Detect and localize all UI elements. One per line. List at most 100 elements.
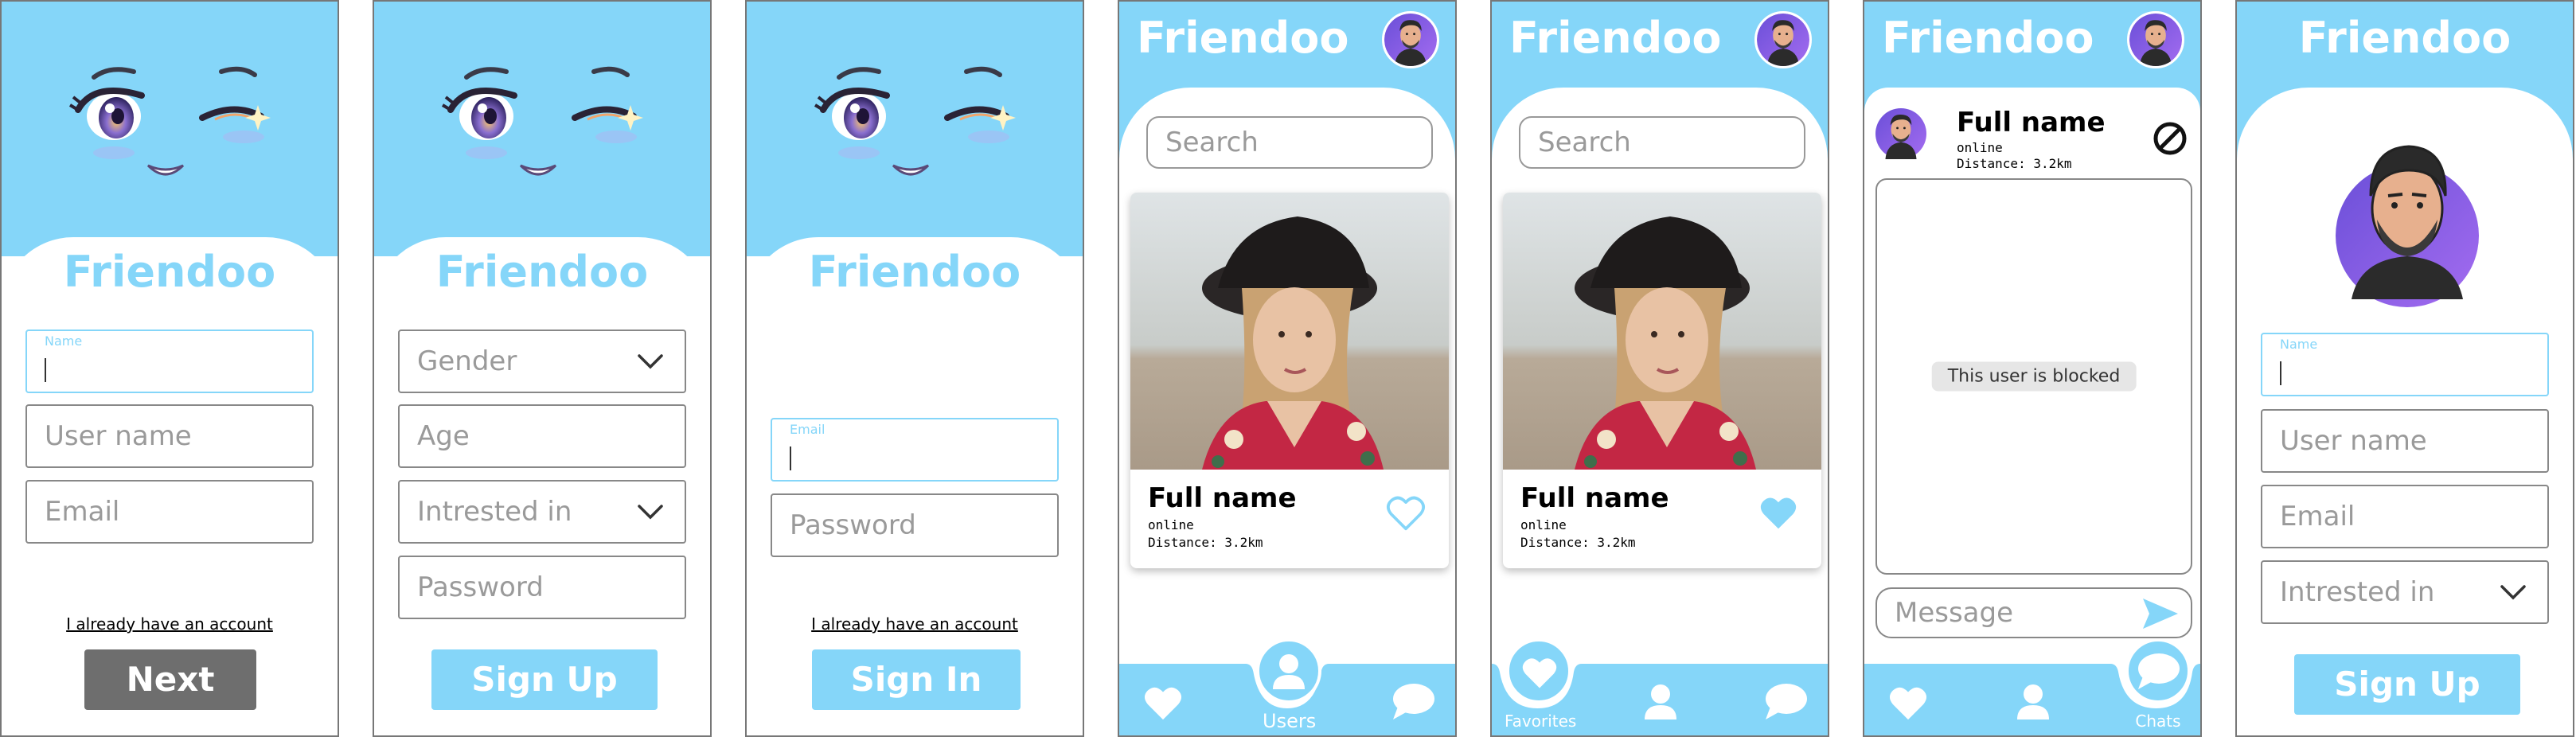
app-title: Friendoo: [808, 247, 1021, 297]
email-field[interactable]: Email: [2261, 485, 2549, 548]
interested-select[interactable]: Intrested in: [398, 480, 686, 544]
password-field[interactable]: Password: [771, 493, 1059, 557]
user-name: Full name: [1520, 482, 1669, 514]
header-background: [374, 2, 710, 256]
search-placeholder: Search: [1165, 127, 1259, 158]
user-distance: Distance: 3.2km: [1520, 535, 1636, 550]
message-input[interactable]: Message: [1875, 587, 2192, 638]
nav-active-label: Users: [1263, 710, 1317, 732]
name-field[interactable]: Name: [2261, 333, 2549, 396]
chat-messages-area: This user is blocked: [1875, 178, 2192, 575]
user-card[interactable]: Full name online Distance: 3.2km: [1503, 193, 1821, 568]
app-title: Friendoo: [2298, 13, 2512, 63]
email-placeholder: Email: [45, 496, 120, 528]
header-background: [2, 2, 338, 256]
age-field[interactable]: Age: [398, 404, 686, 468]
blocked-notice: This user is blocked: [1931, 361, 2137, 392]
username-placeholder: User name: [45, 420, 192, 452]
have-account-link[interactable]: I already have an account: [2, 614, 338, 634]
age-placeholder: Age: [417, 420, 470, 452]
chat-user-name: Full name: [1957, 107, 2106, 138]
chevron-down-icon: [638, 505, 663, 519]
nav-chats-active[interactable]: [2125, 638, 2191, 704]
interested-select[interactable]: Intrested in: [2261, 560, 2549, 624]
app-title: Friendoo: [63, 247, 276, 297]
name-field-label: Name: [45, 333, 83, 349]
mascot-face-icon: [46, 49, 293, 209]
password-placeholder: Password: [417, 571, 544, 603]
sign-up-button[interactable]: Sign Up: [431, 649, 658, 710]
user-icon: [1273, 654, 1305, 689]
message-placeholder: Message: [1895, 597, 2014, 629]
chat-icon: [2138, 653, 2180, 689]
user-status: online: [1148, 517, 1194, 532]
have-account-link[interactable]: I already have an account: [747, 614, 1083, 634]
chevron-down-icon: [2500, 585, 2526, 599]
favorite-heart-filled-icon[interactable]: [1758, 493, 1799, 532]
email-field[interactable]: Email: [771, 418, 1059, 482]
interested-placeholder: Intrested in: [417, 496, 572, 528]
nav-active-label: Favorites: [1505, 712, 1577, 731]
nav-users-icon[interactable]: [1645, 683, 1676, 719]
nav-users-icon[interactable]: [2017, 683, 2049, 719]
profile-illustration[interactable]: [2336, 132, 2479, 307]
screen-signup-step2: Friendoo Gender Age Intrested in Passwor…: [373, 0, 712, 737]
gender-placeholder: Gender: [417, 345, 517, 377]
mascot-face-icon: [791, 49, 1038, 209]
user-distance: Distance: 3.2km: [1148, 535, 1263, 550]
profile-avatar[interactable]: [1754, 11, 1812, 68]
app-title: Friendoo: [1137, 13, 1349, 63]
password-placeholder: Password: [790, 509, 916, 541]
screen-sign-in: Friendoo Email Password I already have a…: [745, 0, 1084, 737]
nav-favorites-heart-icon[interactable]: [1887, 683, 1930, 723]
name-field-label: Name: [2280, 337, 2318, 352]
app-title: Friendoo: [1509, 13, 1722, 63]
gender-select[interactable]: Gender: [398, 330, 686, 393]
mascot-face-icon: [419, 49, 665, 209]
username-field[interactable]: User name: [25, 404, 314, 468]
profile-avatar[interactable]: [1382, 11, 1439, 68]
header-background: [747, 2, 1083, 256]
search-input[interactable]: Search: [1146, 116, 1433, 169]
nav-active-label: Chats: [2135, 712, 2181, 731]
user-photo: [1130, 193, 1449, 470]
favorite-heart-icon[interactable]: [1385, 493, 1427, 532]
interested-placeholder: Intrested in: [2280, 576, 2435, 608]
send-icon[interactable]: [2141, 597, 2180, 630]
text-caret: [45, 358, 46, 382]
app-title: Friendoo: [1882, 13, 2094, 63]
screen-users: Friendoo Search Full name online Distanc…: [1118, 0, 1457, 737]
user-card[interactable]: Full name online Distance: 3.2km: [1130, 193, 1449, 568]
user-photo: [1503, 193, 1821, 470]
block-icon[interactable]: [2153, 121, 2188, 156]
screen-favorites: Friendoo Search Full name online Distanc…: [1490, 0, 1829, 737]
email-field-label: Email: [790, 422, 825, 437]
nav-users-active[interactable]: [1256, 638, 1321, 704]
app-title: Friendoo: [435, 247, 649, 297]
name-field[interactable]: Name: [25, 330, 314, 393]
sign-up-button[interactable]: Sign Up: [2294, 654, 2520, 715]
user-name: Full name: [1148, 482, 1297, 514]
profile-avatar[interactable]: [2127, 11, 2184, 68]
email-field[interactable]: Email: [25, 480, 314, 544]
chevron-down-icon: [638, 354, 663, 368]
nav-chat-icon[interactable]: [1766, 683, 1809, 721]
heart-icon: [1522, 658, 1557, 688]
screen-signup-step1: Friendoo Name User name Email I already …: [0, 0, 339, 737]
username-field[interactable]: User name: [2261, 409, 2549, 473]
nav-favorites-heart-icon[interactable]: [1142, 683, 1185, 723]
username-placeholder: User name: [2280, 425, 2427, 457]
chat-user-status: online: [1957, 140, 2003, 155]
nav-chat-icon[interactable]: [1393, 683, 1436, 721]
text-caret: [2280, 361, 2281, 385]
next-button[interactable]: Next: [84, 649, 256, 710]
screen-chat: Friendoo Full name online Distance: 3.2k…: [1863, 0, 2202, 737]
password-field[interactable]: Password: [398, 556, 686, 619]
search-input[interactable]: Search: [1519, 116, 1805, 169]
user-status: online: [1520, 517, 1567, 532]
nav-favorites-active[interactable]: [1506, 638, 1571, 704]
chat-user-distance: Distance: 3.2km: [1957, 156, 2072, 171]
sign-in-button[interactable]: Sign In: [812, 649, 1021, 710]
text-caret: [790, 446, 791, 470]
chat-user-avatar: [1875, 108, 1926, 159]
